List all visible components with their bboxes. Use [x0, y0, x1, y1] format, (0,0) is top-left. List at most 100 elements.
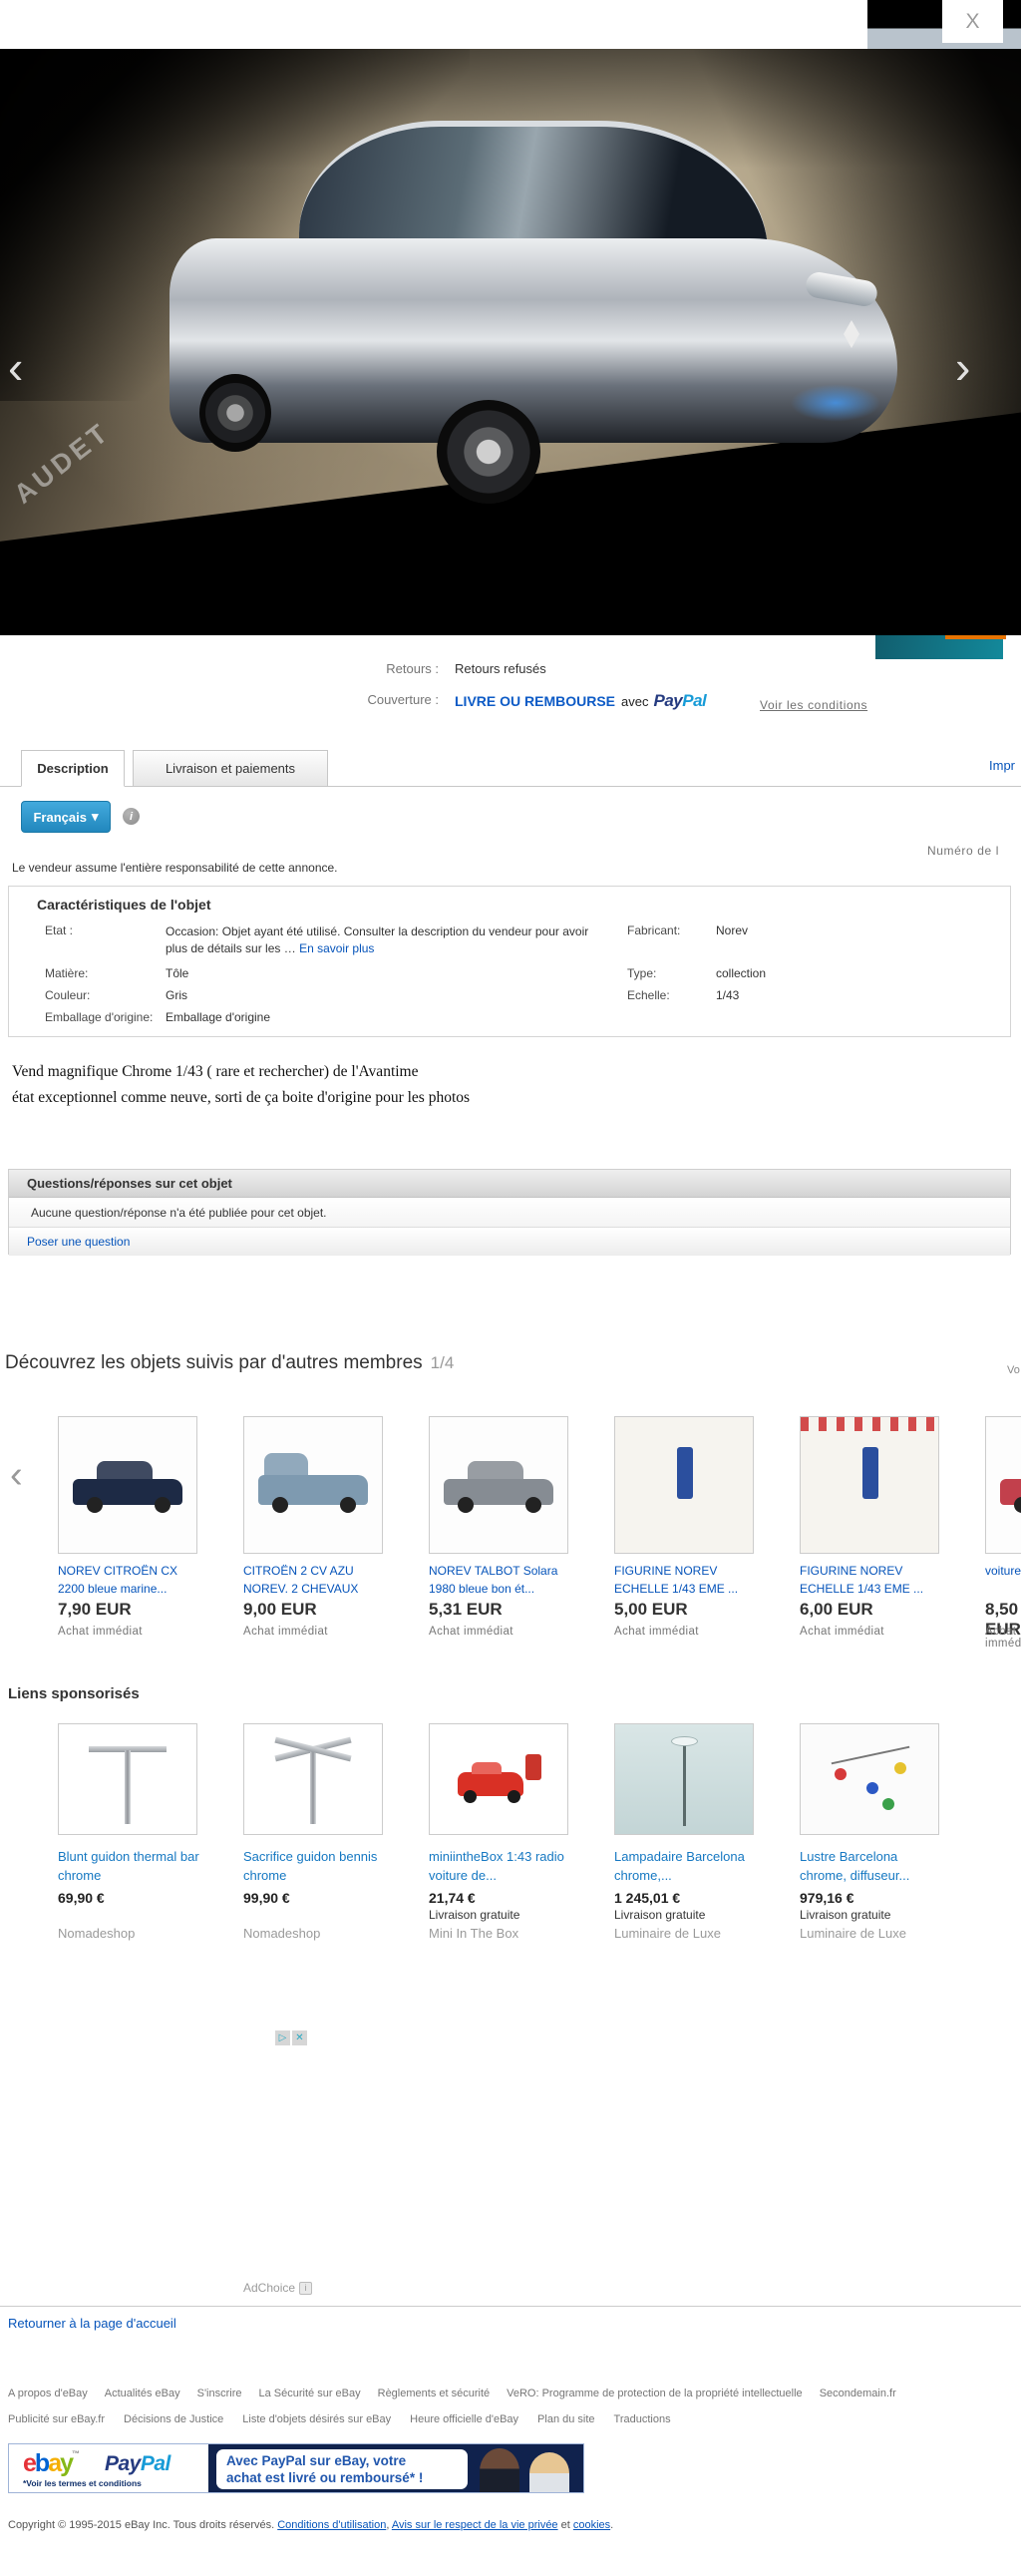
tab-description[interactable]: Description — [21, 750, 125, 787]
footer-link[interactable]: S'inscrire — [197, 2388, 242, 2399]
product-image[interactable] — [985, 1416, 1021, 1554]
sponsored-title-link[interactable]: Lustre Barcelona chrome, diffuseur... — [800, 1847, 944, 1885]
terms-link[interactable]: Conditions d'utilisation — [277, 2519, 386, 2531]
product-image[interactable] — [429, 1416, 568, 1554]
returns-value: Retours refusés — [455, 661, 546, 676]
model-car-front-wheel — [437, 400, 540, 504]
chevron-down-icon: ▾ — [92, 809, 99, 825]
etat-value: Occasion: Objet ayant été utilisé. Consu… — [166, 923, 606, 957]
product-title-link[interactable]: CITROËN 2 CV AZU NOREV. 2 CHEVAUX — [243, 1562, 388, 1598]
back-to-home-link[interactable]: Retourner à la page d'accueil — [8, 2316, 176, 2331]
footer-link[interactable]: Traductions — [614, 2413, 671, 2425]
footer-link[interactable]: Règlements et sécurité — [378, 2388, 491, 2399]
echelle-value: 1/43 — [716, 988, 739, 1002]
photo-next-arrow-icon[interactable]: › — [955, 344, 970, 390]
ebay-item-page: X AUDET ‹ › Retours : Retours refusés Co… — [0, 0, 1021, 2576]
product-title-link[interactable]: NOREV CITROËN CX 2200 bleue marine... — [58, 1562, 202, 1598]
footer-link[interactable]: Plan du site — [537, 2413, 594, 2425]
sponsored-title-link[interactable]: Lampadaire Barcelona chrome,... — [614, 1847, 759, 1885]
sponsored-title-link[interactable]: Blunt guidon thermal bar chrome — [58, 1847, 202, 1885]
product-image[interactable] — [800, 1416, 939, 1554]
language-label: Français — [33, 810, 86, 825]
see-all-link[interactable]: Vo — [1007, 1364, 1020, 1376]
seller-description: Vend magnifique Chrome 1/43 ( rare et re… — [12, 1059, 770, 1111]
adchoice-info-icon: i — [299, 2282, 312, 2295]
item-number-label: Numéro de l — [927, 844, 999, 858]
product-title-link[interactable]: FIGURINE NOREV ECHELLE 1/43 EME ... — [614, 1562, 759, 1598]
adchoice-label[interactable]: AdChoice i — [243, 2281, 312, 2295]
tab-shipping-payments[interactable]: Livraison et paiements — [133, 750, 328, 787]
figurine-thumbnail — [801, 1417, 938, 1553]
banner-speech-bubble: Avec PayPal sur eBay, votre achat est li… — [216, 2449, 468, 2489]
footer-links-row-1: A propos d'eBay Actualités eBay S'inscri… — [8, 2388, 896, 2399]
product-image[interactable] — [243, 1416, 383, 1554]
questions-empty-message: Aucune question/réponse n'a été publiée … — [9, 1198, 1010, 1228]
purchase-type: Achat immédiat — [614, 1626, 699, 1638]
sponsored-merchant: Nomadeshop — [58, 1926, 135, 1941]
cookies-link[interactable]: cookies — [573, 2519, 610, 2531]
sponsored-image[interactable] — [429, 1723, 568, 1835]
purchase-type: Achat immédiat — [800, 1626, 884, 1638]
product-title-link[interactable]: voiture CITROËN — [985, 1562, 1021, 1580]
sponsored-image[interactable] — [243, 1723, 383, 1835]
toy-car-thumbnail — [430, 1724, 567, 1834]
sponsored-shipping: Livraison gratuite — [614, 1908, 705, 1922]
fabricant-value: Norev — [716, 923, 748, 937]
info-icon[interactable]: i — [123, 808, 140, 825]
footer-link[interactable]: Publicité sur eBay.fr — [8, 2413, 105, 2425]
banner-logos: ebay™ PayPal *Voir les termes et conditi… — [9, 2444, 208, 2492]
footer-link[interactable]: Actualités eBay — [105, 2388, 180, 2399]
footer-link[interactable]: La Sécurité sur eBay — [259, 2388, 361, 2399]
product-image[interactable] — [58, 1416, 197, 1554]
privacy-link[interactable]: Avis sur le respect de la vie privée — [392, 2519, 558, 2531]
couleur-value: Gris — [166, 988, 187, 1002]
sponsored-image[interactable] — [614, 1723, 754, 1835]
close-button[interactable]: X — [942, 0, 1003, 43]
figurine-thumbnail — [615, 1417, 753, 1553]
echelle-label: Echelle: — [627, 988, 670, 1002]
adchoices-play-icon[interactable]: ▷ — [275, 2030, 290, 2045]
footer-link[interactable]: A propos d'eBay — [8, 2388, 88, 2399]
product-title-link[interactable]: FIGURINE NOREV ECHELLE 1/43 EME ... — [800, 1562, 944, 1598]
sponsored-image[interactable] — [58, 1723, 197, 1835]
footer-link[interactable]: Heure officielle d'eBay — [410, 2413, 518, 2425]
learn-more-link[interactable]: En savoir plus — [299, 941, 374, 955]
ask-question-link[interactable]: Poser une question — [9, 1228, 1010, 1256]
sponsored-title-link[interactable]: Sacrifice guidon bennis chrome — [243, 1847, 388, 1885]
sponsored-merchant: Nomadeshop — [243, 1926, 320, 1941]
product-price: 5,00 EUR — [614, 1600, 688, 1620]
sponsored-price: 979,16 € — [800, 1890, 854, 1906]
product-image[interactable] — [614, 1416, 754, 1554]
item-characteristics-box: Caractéristiques de l'objet Etat : Occas… — [8, 886, 1011, 1037]
language-dropdown-button[interactable]: Français ▾ — [21, 801, 111, 833]
photo-prev-arrow-icon[interactable]: ‹ — [8, 344, 23, 390]
questions-box: Questions/réponses sur cet objet Aucune … — [8, 1169, 1011, 1255]
carousel-prev-icon[interactable]: ‹ — [10, 1454, 23, 1497]
car-thumbnail — [430, 1417, 567, 1553]
coverage-program-text: LIVRE OU REMBOURSE — [455, 693, 615, 709]
paypal-promo-banner[interactable]: ebay™ PayPal *Voir les termes et conditi… — [8, 2443, 584, 2493]
model-car-rear-wheel — [199, 374, 271, 452]
handlebar-thumbnail — [244, 1724, 382, 1834]
handlebar-thumbnail — [59, 1724, 196, 1834]
car-thumbnail — [59, 1417, 196, 1553]
footer-link[interactable]: Décisions de Justice — [124, 2413, 223, 2425]
type-value: collection — [716, 966, 766, 980]
footer-link[interactable]: Liste d'objets désirés sur eBay — [242, 2413, 391, 2425]
emballage-label: Emballage d'origine: — [45, 1010, 153, 1024]
sponsored-title-link[interactable]: miniintheBox 1:43 radio voiture de... — [429, 1847, 573, 1885]
ebay-logo: ebay™ — [23, 2449, 80, 2478]
sponsored-shipping: Livraison gratuite — [429, 1908, 519, 1922]
footer-link[interactable]: Secondemain.fr — [820, 2388, 896, 2399]
footer-link[interactable]: VeRO: Programme de protection de la prop… — [507, 2388, 803, 2399]
product-title-link[interactable]: NOREV TALBOT Solara 1980 bleue bon ét... — [429, 1562, 573, 1598]
footer-divider — [0, 2306, 1021, 2307]
lamp-thumbnail — [615, 1724, 753, 1834]
print-link[interactable]: Impr — [989, 758, 1015, 773]
see-conditions-link[interactable]: Voir les conditions — [760, 698, 867, 712]
item-photo: AUDET ‹ › — [0, 49, 1021, 635]
description-line-1: Vend magnifique Chrome 1/43 ( rare et re… — [12, 1059, 770, 1085]
model-car-blue-reflection — [776, 378, 895, 428]
ad-close-icon[interactable]: ✕ — [292, 2030, 307, 2045]
sponsored-image[interactable] — [800, 1723, 939, 1835]
